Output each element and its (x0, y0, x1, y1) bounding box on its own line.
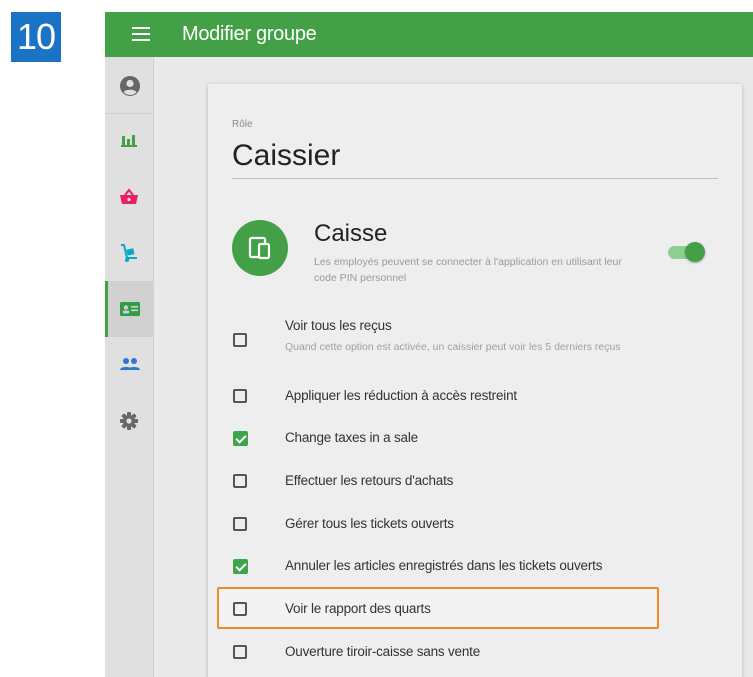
permission-item-voir-tous-les-recus: Voir tous les reçus Quand cette option e… (208, 318, 742, 354)
sidebar-item-inventory[interactable] (105, 225, 153, 281)
permission-item-rapport-quarts: Voir le rapport des quarts (208, 594, 742, 630)
permission-item-annuler-articles: Annuler les articles enregistrés dans le… (208, 552, 742, 588)
permission-label: Voir tous les reçus (285, 318, 392, 333)
permission-checkbox[interactable] (233, 474, 247, 488)
permission-label: Ouverture tiroir-caisse sans vente (285, 644, 481, 659)
permission-label: Voir le rapport des quarts (285, 601, 431, 616)
permission-checkbox[interactable] (233, 517, 247, 531)
sidebar (105, 57, 154, 677)
step-number-badge: 10 (11, 12, 61, 62)
employee-card-icon (120, 302, 140, 316)
permission-item-ouverture-tiroir: Ouverture tiroir-caisse sans vente (208, 638, 742, 674)
sidebar-item-settings[interactable] (105, 393, 153, 449)
permission-description: Quand cette option est activée, un caiss… (285, 341, 621, 353)
sidebar-item-employees[interactable] (105, 281, 153, 337)
account-circle-icon (120, 76, 140, 96)
sidebar-item-customers[interactable] (105, 337, 153, 393)
permission-item-gerer-tickets: Gérer tous les tickets ouverts (208, 509, 742, 545)
permission-item-change-taxes: Change taxes in a sale (208, 424, 742, 460)
sidebar-item-reports[interactable] (105, 113, 153, 169)
permission-checkbox[interactable] (233, 333, 247, 347)
permission-checkbox[interactable] (233, 389, 247, 403)
permissions-list: Voir tous les reçus Quand cette option e… (208, 12, 742, 677)
bar-chart-icon (121, 135, 137, 147)
permission-label: Effectuer les retours d'achats (285, 473, 454, 488)
people-icon (120, 358, 140, 370)
basket-icon (120, 188, 138, 204)
permission-checkbox[interactable] (233, 602, 247, 616)
hand-truck-icon (121, 244, 137, 262)
permission-label: Annuler les articles enregistrés dans le… (285, 558, 603, 573)
permission-item-appliquer-reduction: Appliquer les réduction à accès restrein… (208, 381, 742, 417)
permission-label: Appliquer les réduction à accès restrein… (285, 388, 517, 403)
sidebar-item-items[interactable] (105, 169, 153, 225)
app-window: Modifier groupe Rôle Caissier Caisse Les… (105, 12, 753, 677)
permission-checkbox-checked[interactable] (233, 431, 248, 446)
sidebar-item-account[interactable] (105, 57, 153, 114)
permission-label: Gérer tous les tickets ouverts (285, 516, 454, 531)
hamburger-menu-icon[interactable] (132, 26, 150, 42)
permission-checkbox-checked[interactable] (233, 559, 248, 574)
permission-label: Change taxes in a sale (285, 430, 418, 445)
permission-item-retours-achats: Effectuer les retours d'achats (208, 467, 742, 503)
permission-checkbox[interactable] (233, 645, 247, 659)
gear-icon (120, 412, 138, 430)
